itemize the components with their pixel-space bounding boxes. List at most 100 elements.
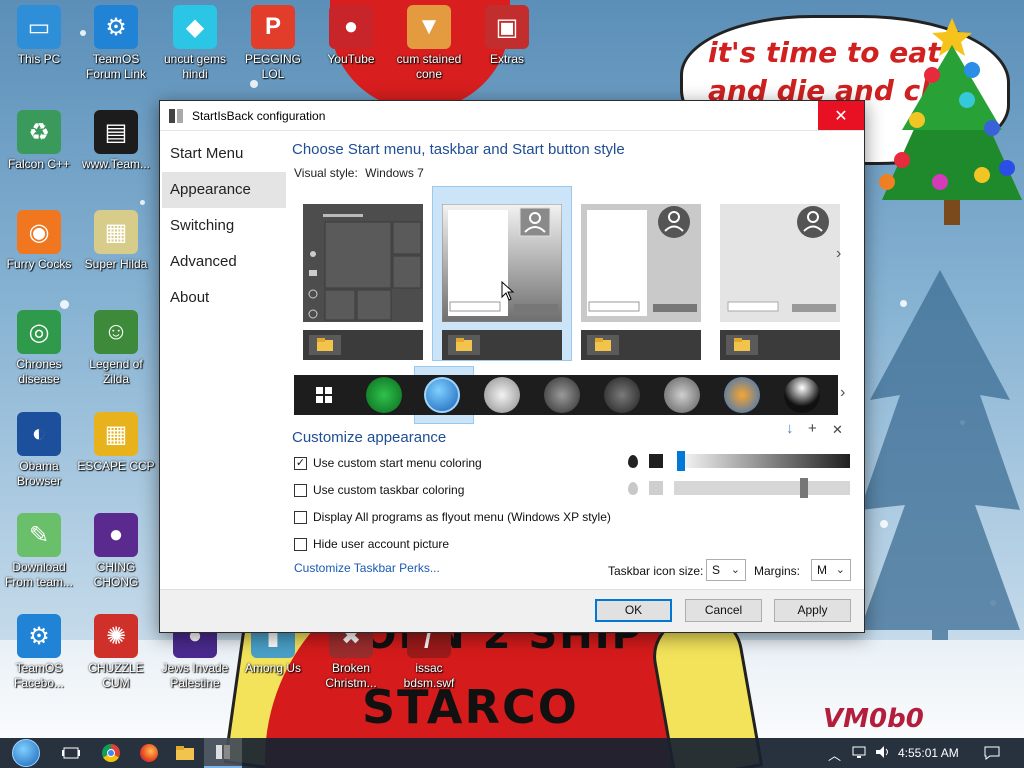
network-icon[interactable] bbox=[851, 745, 869, 762]
checkbox[interactable] bbox=[294, 537, 307, 551]
download-icon[interactable]: ↓ bbox=[786, 420, 794, 437]
desktop-icon[interactable]: ● CHING CHONG bbox=[77, 513, 155, 590]
nav-start-menu[interactable]: Start Menu bbox=[162, 136, 286, 172]
next-orbs-arrow-icon[interactable]: › bbox=[840, 384, 845, 402]
diamond-icon: ◆ bbox=[173, 5, 217, 49]
orb-clover-icon[interactable] bbox=[366, 377, 402, 413]
desktop-icon[interactable]: ▦ ESCAPE CCP bbox=[77, 412, 155, 474]
desktop-icon[interactable]: ▭ This PC bbox=[0, 5, 78, 67]
start-style-windows10[interactable] bbox=[303, 204, 423, 322]
start-button-orb-strip bbox=[294, 375, 838, 415]
desktop-icon-label: CHUZZLE CUM bbox=[88, 661, 144, 690]
desktop-icon[interactable]: ▼ cum stained cone bbox=[390, 5, 468, 82]
gear-icon: ⚙ bbox=[94, 5, 138, 49]
start-style-plain[interactable] bbox=[720, 204, 840, 322]
nav-switching[interactable]: Switching bbox=[162, 208, 286, 244]
orb-gray-icon[interactable] bbox=[664, 377, 700, 413]
taskbar-clock[interactable]: 4:55:01 AM bbox=[898, 746, 959, 760]
orb-black-icon[interactable] bbox=[604, 377, 640, 413]
file-explorer-icon[interactable] bbox=[166, 738, 204, 768]
opacity-drop-icon bbox=[628, 455, 638, 468]
start-menu-color-slider[interactable] bbox=[674, 451, 850, 471]
checkbox[interactable] bbox=[294, 510, 307, 524]
desktop-icon[interactable]: ⚙ TeamOS Forum Link bbox=[77, 5, 155, 82]
opacity-drop-icon-disabled bbox=[628, 482, 638, 495]
task-view-icon[interactable] bbox=[52, 738, 90, 768]
desktop-icon[interactable]: ◐ Obama Browser bbox=[0, 412, 78, 489]
desktop-icon[interactable]: ✺ CHUZZLE CUM bbox=[77, 614, 155, 691]
taskbar-style-3[interactable] bbox=[581, 330, 701, 360]
add-icon[interactable]: + bbox=[808, 420, 817, 437]
checkbox-checked[interactable]: ✓ bbox=[294, 456, 307, 470]
slider-thumb[interactable] bbox=[800, 478, 808, 498]
startisback-taskbar-icon[interactable] bbox=[204, 738, 242, 768]
desktop-icon-label: Furry Cocks bbox=[6, 257, 72, 271]
desktop-icon-label: Chrones disease bbox=[16, 357, 62, 386]
checkbox[interactable] bbox=[294, 483, 307, 497]
start-style-vista[interactable] bbox=[581, 204, 701, 322]
taskbar-style-4[interactable] bbox=[720, 330, 840, 360]
action-center-icon[interactable] bbox=[983, 745, 1001, 764]
taskbar-color-swatch[interactable] bbox=[649, 481, 663, 495]
startisback-app-icon bbox=[168, 108, 184, 124]
nav-about[interactable]: About bbox=[162, 280, 286, 316]
desktop-icon[interactable]: P PEGGING LOL bbox=[234, 5, 312, 82]
desktop-icon[interactable]: ◉ Furry Cocks bbox=[0, 210, 78, 272]
visual-style-value: Windows 7 bbox=[365, 166, 424, 180]
taskbar-style-1[interactable] bbox=[303, 330, 423, 360]
desktop-icon[interactable]: ▣ Extras bbox=[468, 5, 546, 67]
orb-windows7-icon[interactable] bbox=[424, 377, 460, 413]
ok-button[interactable]: OK bbox=[595, 599, 672, 622]
taskbar-style-2[interactable] bbox=[442, 330, 562, 360]
christmas-tree-icon bbox=[879, 18, 1022, 225]
option-custom-start-coloring[interactable]: ✓ Use custom start menu coloring bbox=[294, 454, 482, 472]
customize-taskbar-perks-link[interactable]: Customize Taskbar Perks... bbox=[294, 561, 440, 575]
apply-button[interactable]: Apply bbox=[774, 599, 851, 622]
angry-bird-icon: ● bbox=[329, 5, 373, 49]
remove-icon[interactable]: ✕ bbox=[832, 422, 843, 438]
desktop-icon[interactable]: ♻ Falcon C++ bbox=[0, 110, 78, 172]
slider-thumb[interactable] bbox=[677, 451, 685, 471]
option-flyout-menu[interactable]: Display All programs as flyout menu (Win… bbox=[294, 508, 611, 526]
desktop-icon[interactable]: ▦ Super Hilda bbox=[77, 210, 155, 272]
start-orb-icon[interactable] bbox=[6, 738, 46, 768]
desktop-icon[interactable]: ◎ Chrones disease bbox=[0, 310, 78, 387]
monitor-icon: ▭ bbox=[17, 5, 61, 49]
desktop-icon-label: www.Team... bbox=[81, 157, 150, 171]
desktop-icon[interactable]: ✎ Download From team... bbox=[0, 513, 78, 590]
checkbox-label: Use custom taskbar coloring bbox=[313, 483, 465, 497]
speaker-icon[interactable] bbox=[874, 745, 892, 762]
chevron-up-icon[interactable]: ︿ bbox=[828, 745, 841, 764]
orb-dark-icon[interactable] bbox=[544, 377, 580, 413]
option-custom-taskbar-coloring[interactable]: Use custom taskbar coloring bbox=[294, 481, 464, 499]
checkbox-label: Display All programs as flyout menu (Win… bbox=[313, 510, 611, 524]
next-styles-arrow-icon[interactable]: › bbox=[836, 245, 841, 263]
dialog-footer: OK Cancel Apply bbox=[160, 589, 864, 632]
taskbar-icon-size-select[interactable]: S ⌄ bbox=[706, 559, 746, 581]
chrome-icon[interactable] bbox=[92, 738, 130, 768]
margins-select[interactable]: M ⌄ bbox=[811, 559, 851, 581]
nav-advanced[interactable]: Advanced bbox=[162, 244, 286, 280]
option-hide-account-picture[interactable]: Hide user account picture bbox=[294, 535, 449, 553]
desktop-icon[interactable]: ● YouTube bbox=[312, 5, 390, 67]
taskbar-color-slider[interactable] bbox=[674, 478, 850, 498]
dialog-titlebar[interactable]: StartIsBack configuration ✕ bbox=[160, 101, 864, 130]
desktop-icon-label: Legend of Zilda bbox=[89, 357, 143, 386]
cancel-button[interactable]: Cancel bbox=[685, 599, 762, 622]
desktop-icon[interactable]: ☺ Legend of Zilda bbox=[77, 310, 155, 387]
orb-mono-icon[interactable] bbox=[784, 377, 820, 413]
orb-xp-icon[interactable] bbox=[724, 377, 760, 413]
close-button[interactable]: ✕ bbox=[818, 101, 864, 130]
start-menu-color-swatch[interactable] bbox=[649, 454, 663, 468]
orb-windows10-icon[interactable] bbox=[306, 377, 342, 413]
nav-appearance[interactable]: Appearance bbox=[162, 172, 286, 208]
firefox-icon[interactable] bbox=[130, 738, 168, 768]
desktop-icon-label: TeamOS Forum Link bbox=[85, 52, 147, 81]
orb-silver-icon[interactable] bbox=[484, 377, 520, 413]
desktop-icon-label: cum stained cone bbox=[396, 52, 462, 81]
start-style-windows7[interactable] bbox=[441, 203, 563, 323]
desktop-icon[interactable]: ⚙ TeamOS Facebo... bbox=[0, 614, 78, 691]
desktop-icon[interactable]: ▤ www.Team... bbox=[77, 110, 155, 172]
desktop-icon-label: Super Hilda bbox=[84, 257, 148, 271]
desktop-icon[interactable]: ◆ uncut gems hindi bbox=[156, 5, 234, 82]
